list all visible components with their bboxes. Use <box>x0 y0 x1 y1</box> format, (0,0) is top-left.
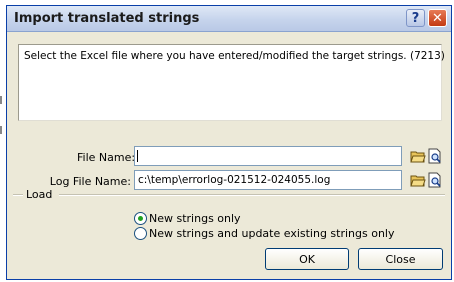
description-box: Select the Excel file where you have ent… <box>18 44 445 121</box>
help-icon: ? <box>411 10 420 26</box>
edge-artifact <box>0 126 2 134</box>
close-icon: ✕ <box>432 10 443 26</box>
title-bar[interactable]: Import translated strings ? ✕ <box>7 6 451 32</box>
load-group-divider <box>59 194 445 196</box>
dialog-title: Import translated strings <box>14 11 200 26</box>
log-file-name-field[interactable] <box>134 170 402 190</box>
radio-selected-icon[interactable] <box>134 212 147 225</box>
import-dialog: Import translated strings ? ✕ Select the… <box>6 5 452 280</box>
radio-label: New strings and update existing strings … <box>149 227 395 240</box>
close-window-button[interactable]: ✕ <box>428 9 447 27</box>
preview-icon[interactable] <box>427 172 443 188</box>
preview-icon[interactable] <box>427 148 443 164</box>
radio-label: New strings only <box>149 212 241 225</box>
ok-button[interactable]: OK <box>265 248 349 270</box>
ok-button-label: OK <box>299 252 315 266</box>
log-file-name-input[interactable] <box>135 171 401 189</box>
file-name-field[interactable] <box>134 146 402 166</box>
close-button[interactable]: Close <box>358 248 443 270</box>
text-caret <box>137 150 138 162</box>
log-file-name-label: Log File Name: <box>49 175 131 188</box>
file-name-label: File Name: <box>77 151 136 164</box>
edge-artifact <box>0 96 2 104</box>
load-group-divider <box>13 194 23 196</box>
open-folder-icon[interactable] <box>410 172 426 188</box>
load-group-label: Load <box>26 188 53 201</box>
file-name-input[interactable] <box>135 147 401 165</box>
radio-new-strings-only[interactable]: New strings only <box>134 212 241 225</box>
open-folder-icon[interactable] <box>410 148 426 164</box>
description-text: Select the Excel file where you have ent… <box>24 50 445 62</box>
radio-unselected-icon[interactable] <box>134 227 147 240</box>
radio-new-and-update[interactable]: New strings and update existing strings … <box>134 227 395 240</box>
help-button[interactable]: ? <box>406 9 425 27</box>
close-button-label: Close <box>385 252 416 266</box>
